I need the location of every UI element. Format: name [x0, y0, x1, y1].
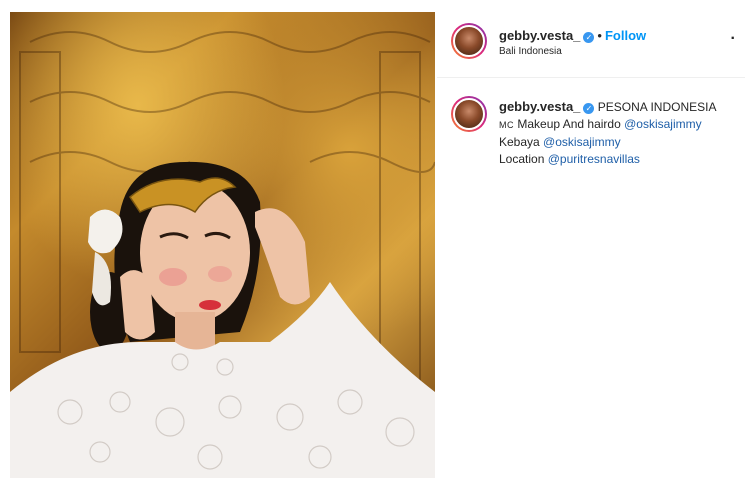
photo-illustration: [10, 31, 435, 478]
makeup-text: Makeup And hairdo: [517, 117, 621, 131]
location-text: Location: [499, 152, 545, 166]
location-link[interactable]: Bali Indonesia: [499, 46, 562, 57]
avatar-image: [453, 98, 485, 130]
verified-badge-icon: ✓: [583, 103, 595, 114]
post-header: gebby.vesta_ ✓ • Follow Bali Indonesia .: [437, 12, 745, 78]
follow-button[interactable]: Follow: [605, 28, 646, 43]
caption-line-2: MC Makeup And hairdo @oskisajimmy: [499, 116, 739, 134]
caption-line-4: Location @puritresnavillas: [499, 151, 739, 168]
caption-line-1: gebby.vesta_ ✓ PESONA INDONESIA: [499, 98, 739, 116]
separator-dot: •: [597, 28, 602, 43]
post-photo[interactable]: [10, 12, 435, 478]
avatar-image: [453, 25, 485, 57]
caption-line-3: Kebaya @oskisajimmy: [499, 134, 739, 151]
caption-avatar[interactable]: [451, 96, 487, 132]
mention-link[interactable]: @puritresnavillas: [548, 152, 640, 166]
caption-title: PESONA INDONESIA: [597, 100, 717, 114]
mc-label: MC: [499, 120, 514, 130]
post-side-panel: gebby.vesta_ ✓ • Follow Bali Indonesia . ge…: [437, 12, 745, 478]
kebaya-text: Kebaya: [499, 135, 540, 149]
verified-badge-icon: ✓: [583, 32, 595, 43]
header-name-line: gebby.vesta_ ✓ • Follow: [499, 28, 646, 43]
instagram-post: gebby.vesta_ ✓ • Follow Bali Indonesia . ge…: [0, 0, 745, 489]
caption-text: gebby.vesta_ ✓ PESONA INDONESIA MC Makeup…: [499, 98, 739, 168]
username-link[interactable]: gebby.vesta_: [499, 28, 580, 43]
mention-link[interactable]: @oskisajimmy: [624, 117, 702, 131]
more-options-icon[interactable]: .: [731, 26, 735, 44]
avatar[interactable]: [451, 23, 487, 59]
mention-link[interactable]: @oskisajimmy: [543, 135, 621, 149]
caption-username-link[interactable]: gebby.vesta_: [499, 99, 580, 114]
